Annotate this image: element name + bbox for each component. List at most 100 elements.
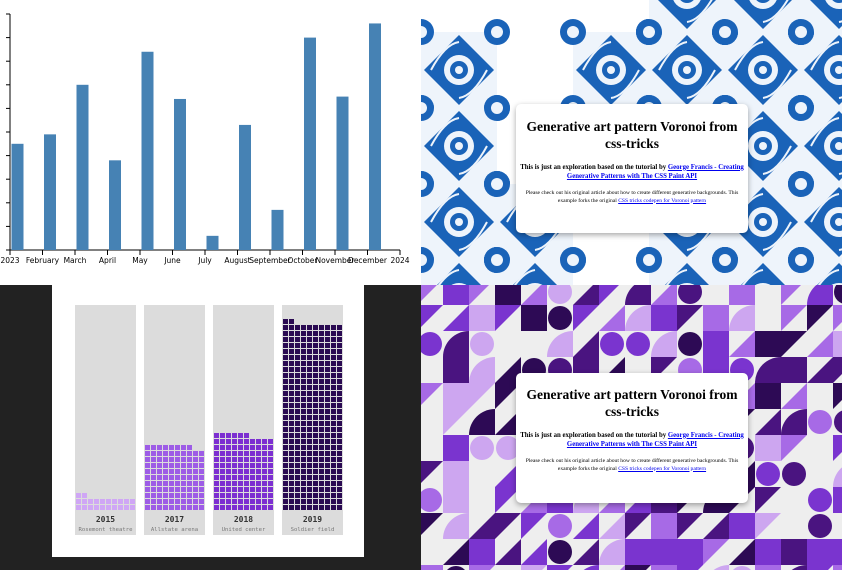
waffle-cell xyxy=(295,451,300,456)
waffle-cell xyxy=(301,427,306,432)
waffle-cell xyxy=(307,325,312,330)
waffle-cell xyxy=(130,505,135,510)
waffle-cell xyxy=(319,457,324,462)
waffle-cell xyxy=(238,481,243,486)
waffle-cell xyxy=(214,451,219,456)
waffle-cell xyxy=(220,469,225,474)
waffle-cell xyxy=(163,457,168,462)
waffle-cell xyxy=(214,445,219,450)
geometric-tile xyxy=(781,285,801,305)
geometric-tile xyxy=(833,565,842,570)
waffle-cell xyxy=(157,475,162,480)
waffle-cell xyxy=(295,403,300,408)
codepen-link[interactable]: CSS tricks codepen for Voronoi pattern xyxy=(618,198,706,204)
waffle-cell xyxy=(307,355,312,360)
waffle-cell xyxy=(256,487,261,492)
waffle-cell xyxy=(325,481,330,486)
waffle-cell xyxy=(331,385,336,390)
waffle-cell xyxy=(325,391,330,396)
waffle-cell xyxy=(331,409,336,414)
waffle-cell xyxy=(157,463,162,468)
waffle-cell xyxy=(268,499,273,504)
waffle-year-label: 2015 xyxy=(95,515,116,524)
waffle-cell xyxy=(118,505,123,510)
waffle-cell xyxy=(295,499,300,504)
geometric-tile xyxy=(421,565,443,570)
waffle-cell xyxy=(331,487,336,492)
geometric-tile xyxy=(469,513,495,539)
waffle-cell xyxy=(226,451,231,456)
waffle-cell xyxy=(220,493,225,498)
waffle-cell xyxy=(301,421,306,426)
waffle-cell xyxy=(187,451,192,456)
geometric-tile xyxy=(625,539,651,565)
waffle-cell xyxy=(145,451,150,456)
waffle-cell xyxy=(283,343,288,348)
waffle-cell xyxy=(337,331,342,336)
waffle-cell xyxy=(181,487,186,492)
waffle-cell xyxy=(181,505,186,510)
waffle-cell xyxy=(193,475,198,480)
waffle-cell xyxy=(295,481,300,486)
waffle-cell xyxy=(283,451,288,456)
waffle-cell xyxy=(145,493,150,498)
waffle-cell xyxy=(337,445,342,450)
geometric-tile xyxy=(807,565,833,570)
waffle-cell xyxy=(289,487,294,492)
waffle-cell xyxy=(283,331,288,336)
geometric-tile xyxy=(495,305,521,331)
waffle-cell xyxy=(157,445,162,450)
waffle-cell xyxy=(289,331,294,336)
geometric-tile xyxy=(495,285,521,305)
waffle-cell xyxy=(283,445,288,450)
waffle-cell xyxy=(295,337,300,342)
waffle-cell xyxy=(337,505,342,510)
waffle-cell xyxy=(319,463,324,468)
waffle-cell xyxy=(307,331,312,336)
waffle-cell xyxy=(169,475,174,480)
waffle-cell xyxy=(331,415,336,420)
waffle-cell xyxy=(220,463,225,468)
waffle-cell xyxy=(169,505,174,510)
geometric-tile xyxy=(703,539,729,565)
waffle-cell xyxy=(226,433,231,438)
waffle-cell xyxy=(181,469,186,474)
waffle-cell xyxy=(199,505,204,510)
waffle-cell xyxy=(337,391,342,396)
waffle-cell xyxy=(145,481,150,486)
waffle-cell xyxy=(175,481,180,486)
waffle-cell xyxy=(301,415,306,420)
waffle-cell xyxy=(214,457,219,462)
waffle-cell xyxy=(169,499,174,504)
geometric-tile xyxy=(781,357,807,383)
waffle-cell xyxy=(325,355,330,360)
waffle-cell xyxy=(151,463,156,468)
waffle-cell xyxy=(295,439,300,444)
waffle-cell xyxy=(301,367,306,372)
waffle-cell xyxy=(151,493,156,498)
waffle-cell xyxy=(283,439,288,444)
geometric-tile xyxy=(521,331,547,357)
waffle-cell xyxy=(145,457,150,462)
waffle-cell xyxy=(175,451,180,456)
codepen-link-2[interactable]: CSS tricks codepen for Voronoi pattern xyxy=(618,466,706,472)
waffle-cell xyxy=(331,463,336,468)
waffle-venue-label: United center xyxy=(221,527,266,533)
waffle-cell xyxy=(283,481,288,486)
waffle-cell xyxy=(289,391,294,396)
waffle-cell xyxy=(283,373,288,378)
waffle-cell xyxy=(295,367,300,372)
waffle-cell xyxy=(181,457,186,462)
geometric-tile xyxy=(677,539,703,565)
waffle-cell xyxy=(331,481,336,486)
bar-jul xyxy=(206,235,219,250)
waffle-cell xyxy=(256,451,261,456)
geometric-tile xyxy=(755,487,781,513)
geometric-tile xyxy=(495,565,521,570)
waffle-cell xyxy=(331,451,336,456)
geometric-tile xyxy=(421,332,442,356)
waffle-cell xyxy=(163,499,168,504)
geometric-tile xyxy=(443,331,469,357)
geometric-tile xyxy=(729,539,755,565)
waffle-cell xyxy=(289,355,294,360)
